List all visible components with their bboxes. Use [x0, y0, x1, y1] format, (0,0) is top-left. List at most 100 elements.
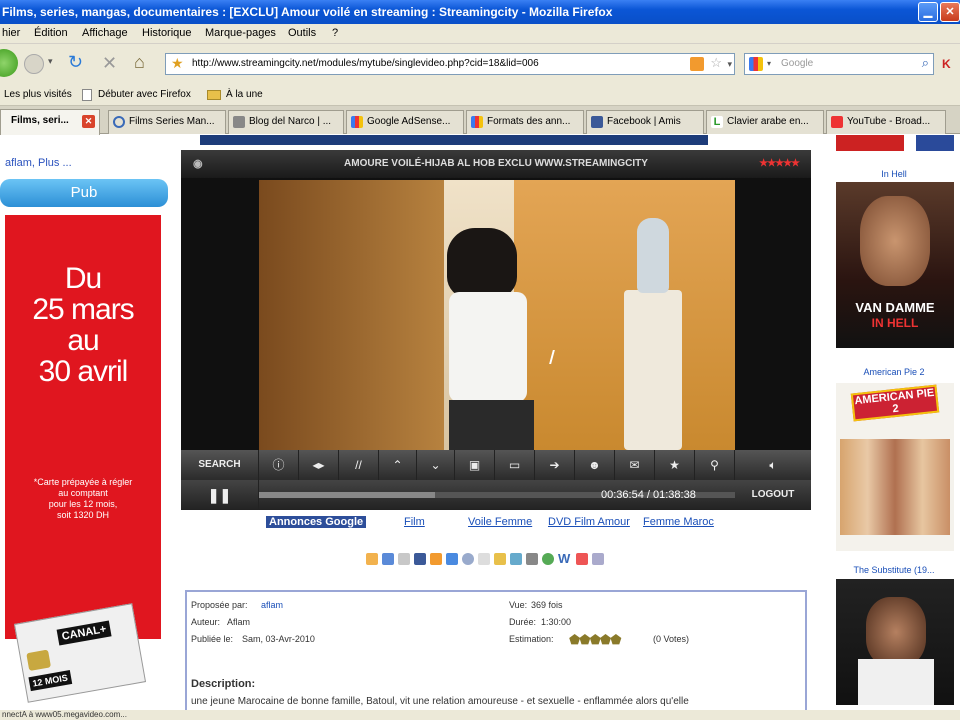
tab-films-series-man[interactable]: Films Series Man...: [108, 110, 226, 134]
close-button[interactable]: ✕: [940, 2, 960, 22]
ad-link-dvd-film-amour[interactable]: DVD Film Amour: [548, 516, 630, 528]
windows-live-icon[interactable]: W: [558, 551, 570, 566]
google-icon[interactable]: [749, 57, 763, 71]
menu-marque-pages[interactable]: Marque-pages: [205, 27, 276, 39]
poster-in-hell-text-1: VAN DAMME: [855, 300, 935, 315]
rating-stars-icon[interactable]: ★★★★★: [759, 150, 800, 178]
vue-value: 369 fois: [531, 600, 563, 610]
back-button[interactable]: [0, 49, 18, 77]
reload-icon[interactable]: ↻: [68, 52, 83, 73]
bookmark-most-visited[interactable]: Les plus visités: [4, 89, 72, 100]
player-title-bar: ◉ AMOURE VOILÉ-HIJAB AL HOB EXCLU WWW.ST…: [181, 150, 811, 178]
tab-google-adsense[interactable]: Google AdSense...: [346, 110, 464, 134]
poster-american-pie-2[interactable]: AMERICAN PIE 2: [836, 383, 954, 551]
home-icon[interactable]: ⌂: [134, 52, 145, 73]
menu-fichier[interactable]: hier: [2, 27, 20, 39]
tab-formats-des-annonces[interactable]: Formats des ann...: [466, 110, 584, 134]
tab-blog-del-narco[interactable]: Blog del Narco | ...: [228, 110, 344, 134]
publiee-label: Publiée le:: [191, 634, 234, 644]
delicious-icon[interactable]: [382, 553, 394, 565]
digg-icon[interactable]: [398, 553, 410, 565]
tv-icon[interactable]: ▭: [495, 450, 535, 480]
stop-icon[interactable]: ✕: [102, 53, 117, 74]
google-icon: [471, 116, 483, 128]
search-engine-dropdown-icon[interactable]: ▾: [767, 54, 771, 74]
ad-link-voile-femme[interactable]: Voile Femme: [468, 516, 532, 528]
tab-clavier-arabe[interactable]: L Clavier arabe en...: [706, 110, 824, 134]
poster-title-the-substitute[interactable]: The Substitute (19...: [834, 565, 954, 575]
search-icon[interactable]: ⌕: [922, 53, 929, 73]
history-dropdown-icon[interactable]: ▾: [48, 56, 53, 67]
star-icon[interactable]: ☆: [710, 54, 722, 73]
bookmark-star-icon[interactable]: ★: [171, 54, 184, 73]
menu-help[interactable]: ?: [332, 27, 338, 39]
status-text: nnectA à www05.megavideo.com...: [2, 710, 127, 719]
proposee-value[interactable]: aflam: [261, 600, 283, 610]
close-tab-icon[interactable]: ✕: [82, 115, 95, 128]
logout-button[interactable]: LOGOUT: [735, 480, 811, 510]
pub-button[interactable]: Pub: [0, 179, 168, 207]
screen-icon[interactable]: ▣: [455, 450, 495, 480]
mail-share-icon[interactable]: [510, 553, 522, 565]
video-frame[interactable]: [259, 180, 735, 450]
ad-link-femme-maroc[interactable]: Femme Maroc: [643, 516, 714, 528]
video-player[interactable]: ◉ AMOURE VOILÉ-HIJAB AL HOB EXCLU WWW.ST…: [181, 150, 811, 510]
right-banner-blue[interactable]: [916, 135, 954, 151]
minimize-button[interactable]: ▁: [918, 2, 938, 22]
bookmark-a-la-une[interactable]: À la une: [226, 89, 263, 100]
users-icon[interactable]: ☻: [575, 450, 615, 480]
globe-share-icon[interactable]: [542, 553, 554, 565]
status-bar: nnectA à www05.megavideo.com...: [0, 710, 960, 720]
facebook-share-icon[interactable]: [414, 553, 426, 565]
volume-icon[interactable]: 🔈︎: [735, 450, 811, 480]
google-share-icon[interactable]: [446, 553, 458, 565]
pause-icon[interactable]: ❚❚: [181, 480, 259, 510]
favorite-star-icon[interactable]: ★: [655, 450, 695, 480]
yahoo-icon[interactable]: [576, 553, 588, 565]
ad-link-film[interactable]: Film: [404, 516, 425, 528]
info-icon[interactable]: ⓘ: [259, 450, 299, 480]
poster-face: [860, 196, 930, 286]
more-share-icon[interactable]: [592, 553, 604, 565]
expand-icon[interactable]: ◂▸: [299, 450, 339, 480]
embed-icon[interactable]: ➔: [535, 450, 575, 480]
download-icon[interactable]: ⚲: [695, 450, 735, 480]
tab-films-series[interactable]: Films, seri... ✕: [0, 109, 100, 135]
sidebar-link[interactable]: aflam, Plus ...: [5, 157, 72, 169]
stumble-icon[interactable]: [462, 553, 474, 565]
tab-youtube[interactable]: YouTube - Broad...: [826, 110, 946, 134]
poster-title-in-hell[interactable]: In Hell: [834, 169, 954, 179]
pause-slash-icon[interactable]: //: [339, 450, 379, 480]
poster-title-american-pie[interactable]: American Pie 2: [834, 367, 954, 377]
menu-historique[interactable]: Historique: [142, 27, 192, 39]
star-share-icon[interactable]: [494, 553, 506, 565]
menu-affichage[interactable]: Affichage: [82, 27, 128, 39]
poster-the-substitute[interactable]: [836, 579, 954, 705]
scroll-down-icon[interactable]: ⌄: [417, 450, 455, 480]
url-dropdown-icon[interactable]: ▾: [727, 54, 732, 74]
player-search-button[interactable]: SEARCH: [181, 450, 259, 480]
bookmark-getting-started[interactable]: Débuter avec Firefox: [98, 89, 191, 100]
ad-note-2: au comptant: [58, 488, 108, 498]
search-input[interactable]: ▾ Google ⌕: [744, 53, 934, 75]
mail-icon[interactable]: ✉: [615, 450, 655, 480]
scroll-up-icon[interactable]: ⌃: [379, 450, 417, 480]
forward-button[interactable]: [24, 54, 44, 74]
addon-icon[interactable]: K: [942, 57, 951, 71]
vue-label: Vue:: [509, 600, 528, 610]
rss-share-icon[interactable]: [430, 553, 442, 565]
tab-facebook[interactable]: Facebook | Amis: [586, 110, 704, 134]
url-bar[interactable]: ★ http://www.streamingcity.net/modules/m…: [165, 53, 735, 75]
canal-plus-ad[interactable]: Du 25 mars au 30 avril *Carte prépayée à…: [5, 215, 161, 639]
menu-outils[interactable]: Outils: [288, 27, 316, 39]
share-icon[interactable]: [366, 553, 378, 565]
poster-in-hell[interactable]: VAN DAMME IN HELL: [836, 182, 954, 348]
menu-edition[interactable]: Édition: [34, 27, 68, 39]
right-banner-red[interactable]: [836, 135, 904, 151]
rss-icon[interactable]: [690, 57, 704, 71]
bookmark-share-icon[interactable]: [478, 553, 490, 565]
print-share-icon[interactable]: [526, 553, 538, 565]
tab-label: Facebook | Amis: [607, 116, 681, 127]
annonces-google-label[interactable]: Annonces Google: [266, 516, 367, 528]
rating-badges-icon[interactable]: ⬟⬟⬟⬟⬟: [569, 632, 621, 648]
